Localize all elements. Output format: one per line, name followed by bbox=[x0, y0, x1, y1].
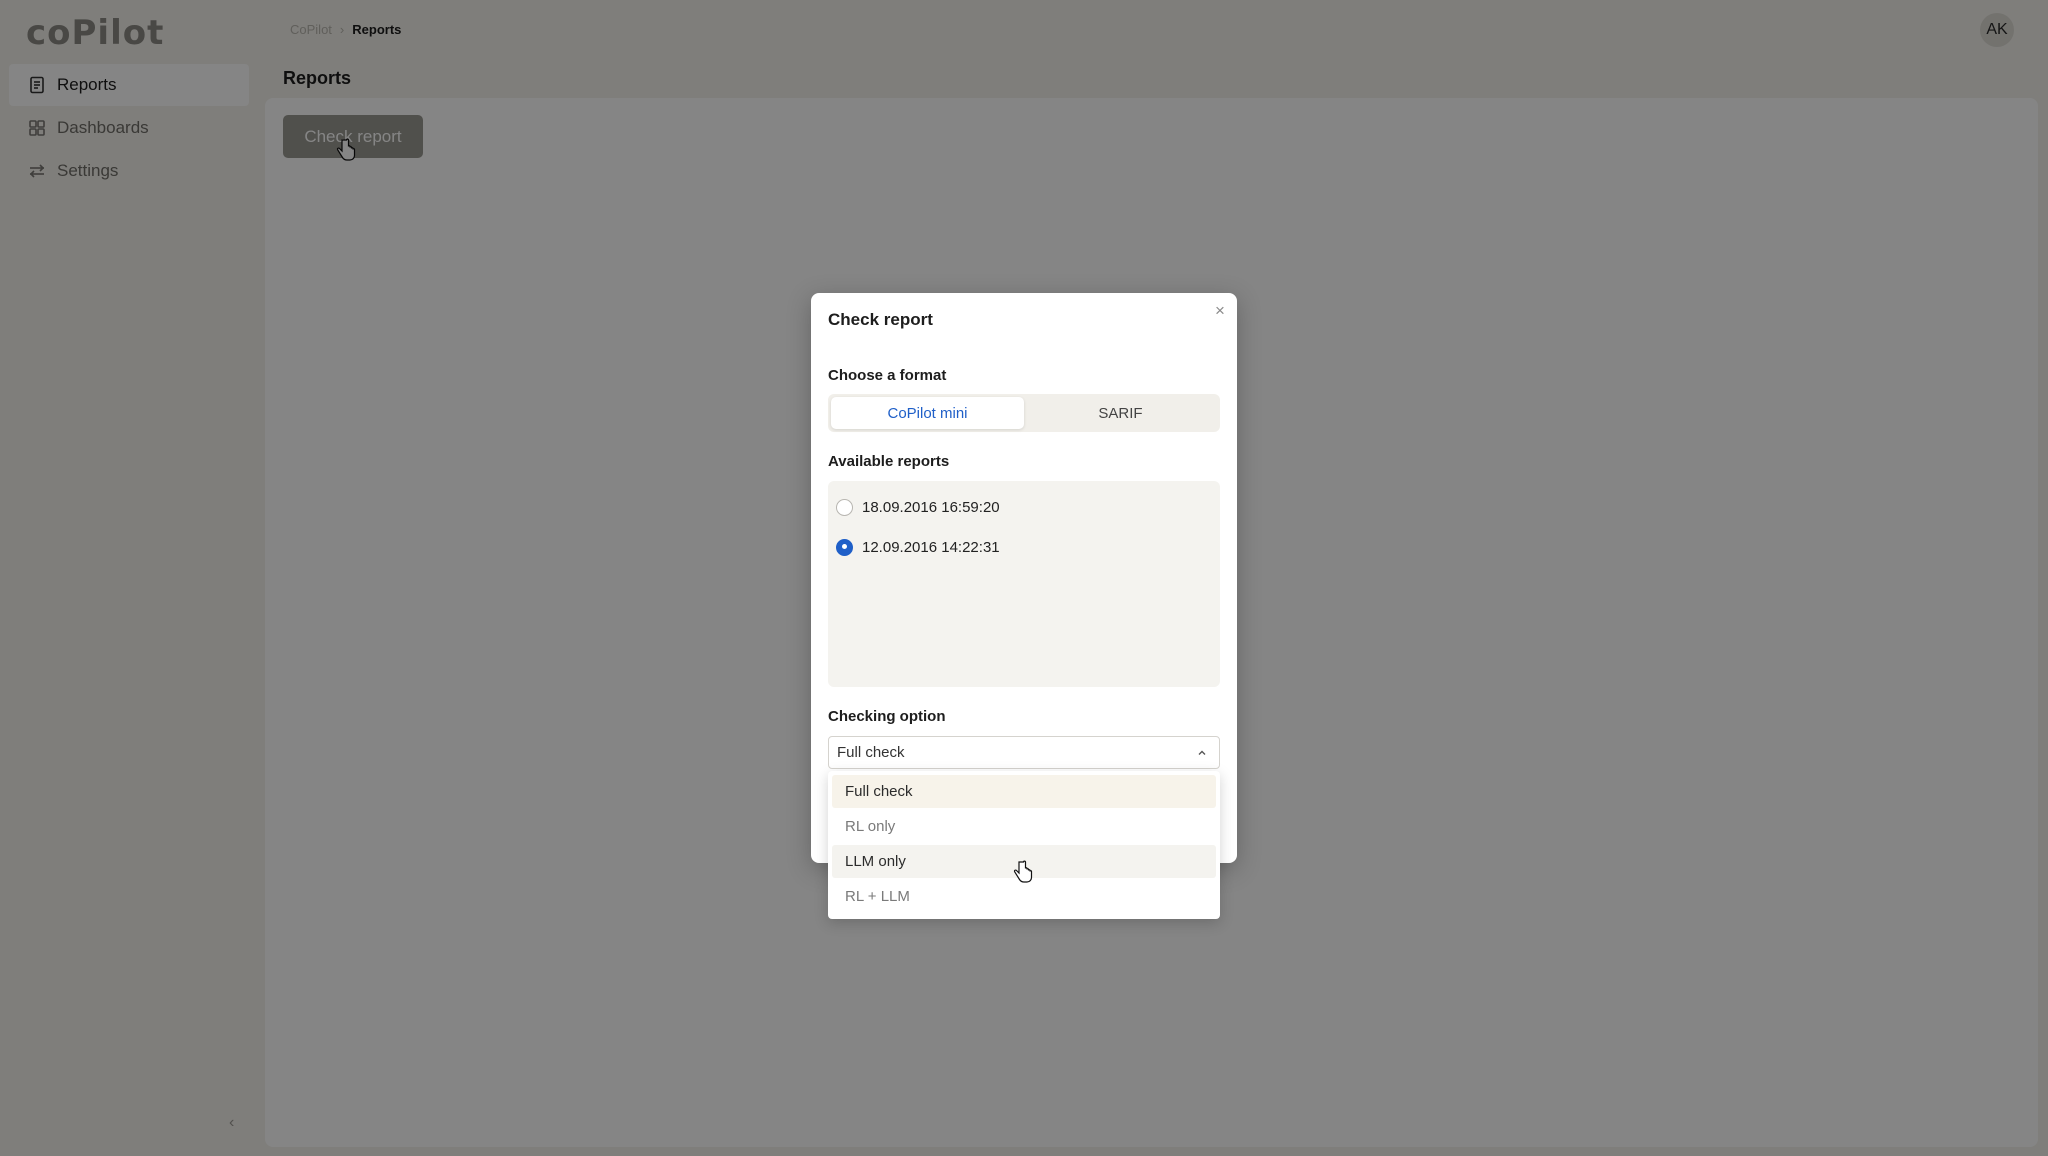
close-icon[interactable]: × bbox=[1211, 301, 1229, 320]
format-option-copilot-mini[interactable]: CoPilot mini bbox=[831, 397, 1024, 429]
format-switch: CoPilot mini SARIF bbox=[828, 394, 1220, 432]
report-label: 18.09.2016 16:59:20 bbox=[862, 498, 1000, 516]
chevron-up-icon bbox=[1198, 750, 1206, 755]
format-option-sarif[interactable]: SARIF bbox=[1024, 397, 1217, 429]
select-value: Full check bbox=[837, 744, 905, 761]
reports-list: 18.09.2016 16:59:20 12.09.2016 14:22:31 bbox=[828, 481, 1220, 687]
modal-title: Check report bbox=[828, 310, 933, 329]
report-option[interactable]: 12.09.2016 14:22:31 bbox=[828, 527, 1220, 567]
checking-option-dropdown: Full check RL only LLM only RL + LLM bbox=[828, 771, 1220, 919]
reports-label: Available reports bbox=[828, 453, 950, 470]
dropdown-item-full-check[interactable]: Full check bbox=[832, 775, 1216, 808]
format-label: Choose a format bbox=[828, 367, 947, 384]
report-label: 12.09.2016 14:22:31 bbox=[862, 538, 1000, 556]
hand-cursor-icon bbox=[1013, 860, 1033, 883]
dropdown-item-rl-only[interactable]: RL only bbox=[832, 810, 1216, 843]
radio-button[interactable] bbox=[836, 498, 853, 516]
checking-option-label: Checking option bbox=[828, 708, 946, 725]
checking-option-select[interactable]: Full check bbox=[828, 736, 1220, 769]
radio-button-checked[interactable] bbox=[836, 538, 853, 556]
report-option[interactable]: 18.09.2016 16:59:20 bbox=[828, 487, 1220, 527]
